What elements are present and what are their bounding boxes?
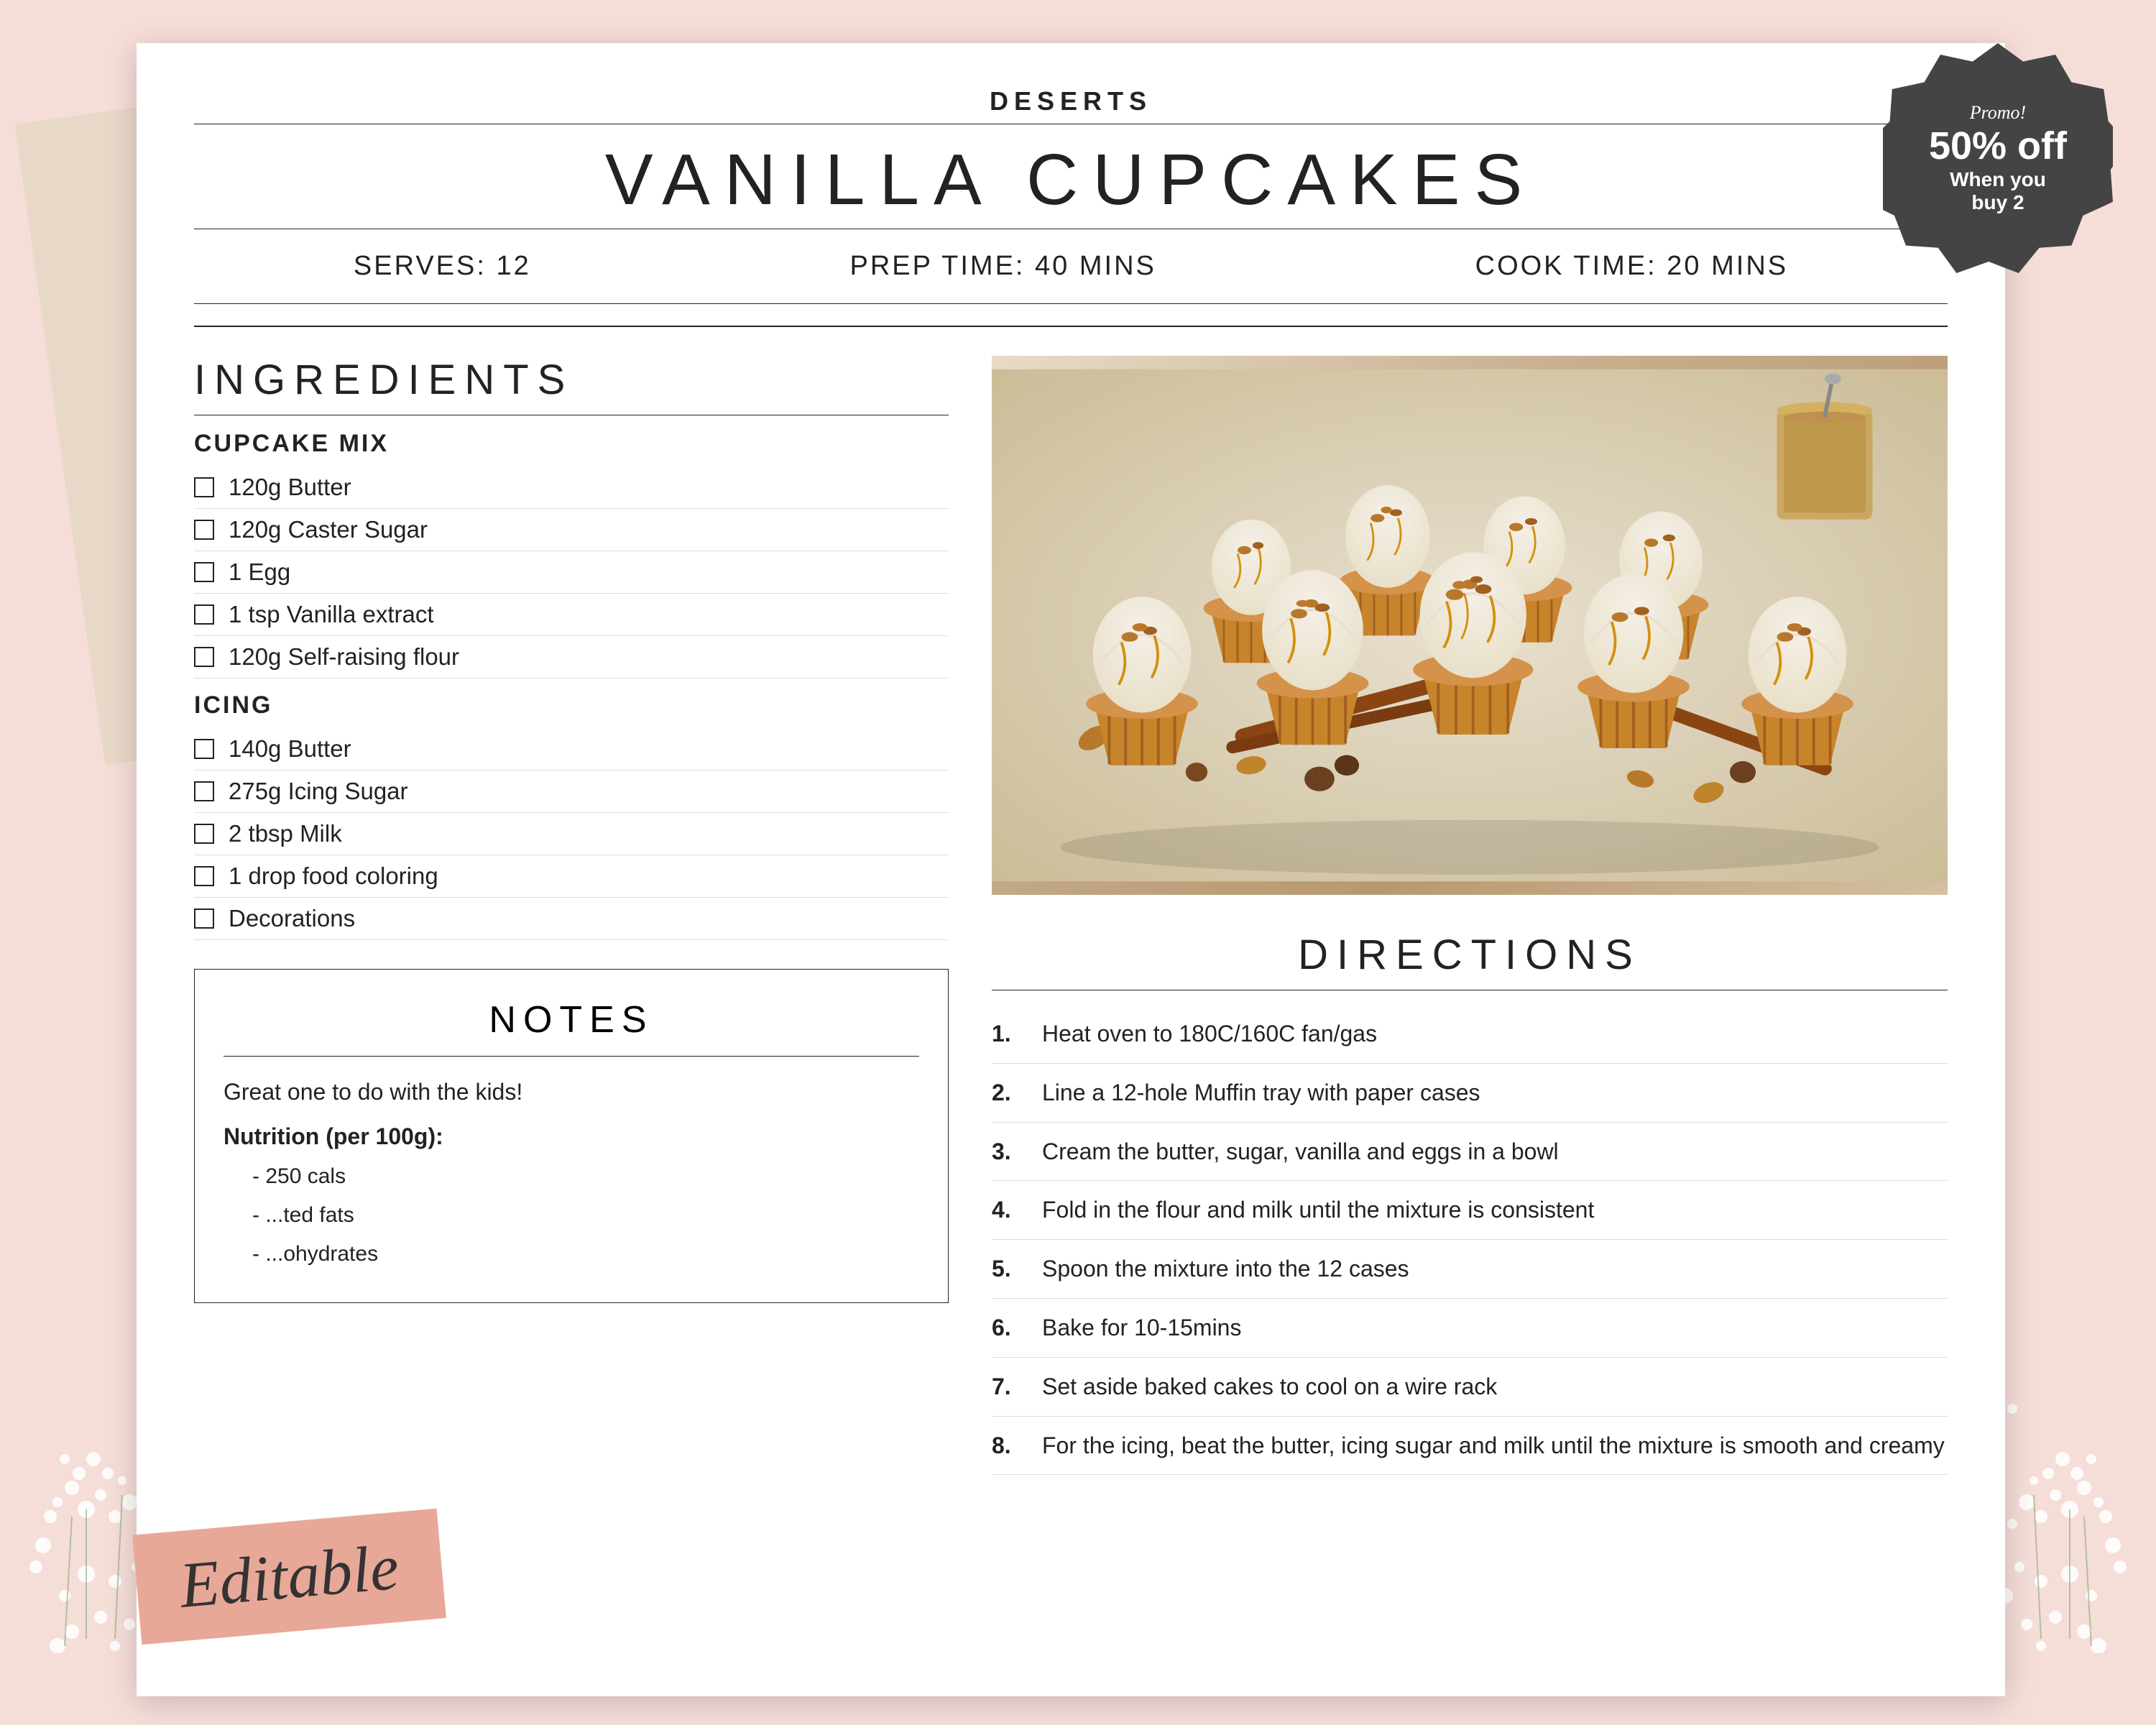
recipe-card: DESERTS VANILLA CUPCAKES SERVES: 12 PREP…	[137, 43, 2005, 1696]
step-text: Bake for 10-15mins	[1042, 1312, 1241, 1344]
direction-step-8: 8. For the icing, beat the butter, icing…	[992, 1417, 1948, 1476]
promo-label: Promo!	[1970, 102, 2026, 124]
notes-heading: NOTES	[224, 998, 919, 1041]
cook-time-info: COOK TIME: 20 MINS	[1475, 251, 1788, 282]
ingredient-flour: 120g Self-raising flour	[194, 636, 949, 678]
step-number: 7.	[992, 1371, 1028, 1403]
recipe-header: DESERTS VANILLA CUPCAKES SERVES: 12 PREP…	[194, 86, 1948, 327]
editable-label: Editable	[177, 1532, 401, 1622]
recipe-title: VANILLA CUPCAKES	[194, 139, 1948, 221]
ingredient-text: 120g Butter	[229, 474, 351, 501]
ingredient-text: 2 tbsp Milk	[229, 820, 342, 847]
checkbox-icing-butter[interactable]	[194, 739, 214, 759]
nutrition-cals: - 250 cals	[224, 1157, 919, 1196]
step-number: 5.	[992, 1253, 1028, 1285]
promo-discount: 50% off	[1929, 124, 2067, 168]
nutrition-fats: - ...ted fats	[224, 1196, 919, 1235]
directions-section: DIRECTIONS 1. Heat oven to 180C/160C fan…	[992, 931, 1948, 1475]
promo-when: When you	[1950, 168, 2046, 191]
ingredient-decorations: Decorations	[194, 898, 949, 940]
checkbox-milk[interactable]	[194, 824, 214, 844]
ingredient-text: 1 tsp Vanilla extract	[229, 601, 434, 628]
ingredient-food-coloring: 1 drop food coloring	[194, 855, 949, 898]
step-text: Fold in the flour and milk until the mix…	[1042, 1194, 1594, 1226]
icing-label: ICING	[194, 691, 949, 719]
step-number: 1.	[992, 1018, 1028, 1050]
step-text: Line a 12-hole Muffin tray with paper ca…	[1042, 1077, 1480, 1109]
ingredient-egg: 1 Egg	[194, 551, 949, 594]
ingredient-icing-sugar: 275g Icing Sugar	[194, 770, 949, 813]
category-label: DESERTS	[194, 86, 1948, 116]
notes-content: Great one to do with the kids!	[224, 1075, 919, 1109]
direction-step-5: 5. Spoon the mixture into the 12 cases	[992, 1240, 1948, 1299]
ingredient-text: 275g Icing Sugar	[229, 778, 408, 805]
ingredient-caster-sugar: 120g Caster Sugar	[194, 509, 949, 551]
cupcake-mix-label: CUPCAKE MIX	[194, 430, 949, 458]
left-column: INGREDIENTS CUPCAKE MIX 120g Butter 120g…	[194, 356, 949, 1475]
direction-step-7: 7. Set aside baked cakes to cool on a wi…	[992, 1358, 1948, 1417]
right-column: DIRECTIONS 1. Heat oven to 180C/160C fan…	[992, 356, 1948, 1475]
content-area: INGREDIENTS CUPCAKE MIX 120g Butter 120g…	[194, 356, 1948, 1475]
notes-divider	[224, 1056, 919, 1057]
checkbox-icing-sugar[interactable]	[194, 781, 214, 801]
ingredient-text: Decorations	[229, 905, 355, 932]
checkbox-vanilla[interactable]	[194, 604, 214, 625]
ingredient-milk: 2 tbsp Milk	[194, 813, 949, 855]
direction-step-4: 4. Fold in the flour and milk until the …	[992, 1181, 1948, 1240]
directions-heading: DIRECTIONS	[992, 931, 1948, 979]
nutrition-heading: Nutrition (per 100g):	[224, 1123, 919, 1150]
step-text: Heat oven to 180C/160C fan/gas	[1042, 1018, 1377, 1050]
direction-step-6: 6. Bake for 10-15mins	[992, 1299, 1948, 1358]
directions-list: 1. Heat oven to 180C/160C fan/gas 2. Lin…	[992, 1005, 1948, 1475]
ingredient-text: 120g Self-raising flour	[229, 643, 459, 671]
direction-step-1: 1. Heat oven to 180C/160C fan/gas	[992, 1005, 1948, 1064]
step-number: 8.	[992, 1430, 1028, 1462]
checkbox-food-coloring[interactable]	[194, 866, 214, 886]
ingredient-text: 120g Caster Sugar	[229, 516, 428, 543]
ingredient-text: 140g Butter	[229, 735, 351, 763]
ingredient-text: 1 Egg	[229, 558, 290, 586]
step-number: 2.	[992, 1077, 1028, 1109]
serves-info: SERVES: 12	[354, 251, 531, 282]
promo-buy2: buy 2	[1971, 191, 2024, 214]
checkbox-flour[interactable]	[194, 647, 214, 667]
notes-box: NOTES Great one to do with the kids! Nut…	[194, 969, 949, 1303]
step-text: Set aside baked cakes to cool on a wire …	[1042, 1371, 1497, 1403]
direction-step-2: 2. Line a 12-hole Muffin tray with paper…	[992, 1064, 1948, 1123]
checkbox-butter[interactable]	[194, 477, 214, 497]
ingredient-text: 1 drop food coloring	[229, 862, 438, 890]
ingredient-butter: 120g Butter	[194, 466, 949, 509]
direction-step-3: 3. Cream the butter, sugar, vanilla and …	[992, 1123, 1948, 1182]
step-number: 6.	[992, 1312, 1028, 1344]
step-text: For the icing, beat the butter, icing su…	[1042, 1430, 1945, 1462]
meta-divider	[194, 303, 1948, 304]
step-text: Spoon the mixture into the 12 cases	[1042, 1253, 1409, 1285]
step-number: 4.	[992, 1194, 1028, 1226]
step-number: 3.	[992, 1136, 1028, 1168]
recipe-photo	[992, 356, 1948, 895]
meta-info-row: SERVES: 12 PREP TIME: 40 MINS COOK TIME:…	[194, 236, 1948, 296]
checkbox-caster-sugar[interactable]	[194, 520, 214, 540]
prep-time-info: PREP TIME: 40 MINS	[850, 251, 1156, 282]
checkbox-egg[interactable]	[194, 562, 214, 582]
step-text: Cream the butter, sugar, vanilla and egg…	[1042, 1136, 1559, 1168]
ingredient-icing-butter: 140g Butter	[194, 728, 949, 770]
checkbox-decorations[interactable]	[194, 908, 214, 929]
nutrition-carbs: - ...ohydrates	[224, 1235, 919, 1274]
ingredient-vanilla: 1 tsp Vanilla extract	[194, 594, 949, 636]
ingredients-heading: INGREDIENTS	[194, 356, 949, 404]
